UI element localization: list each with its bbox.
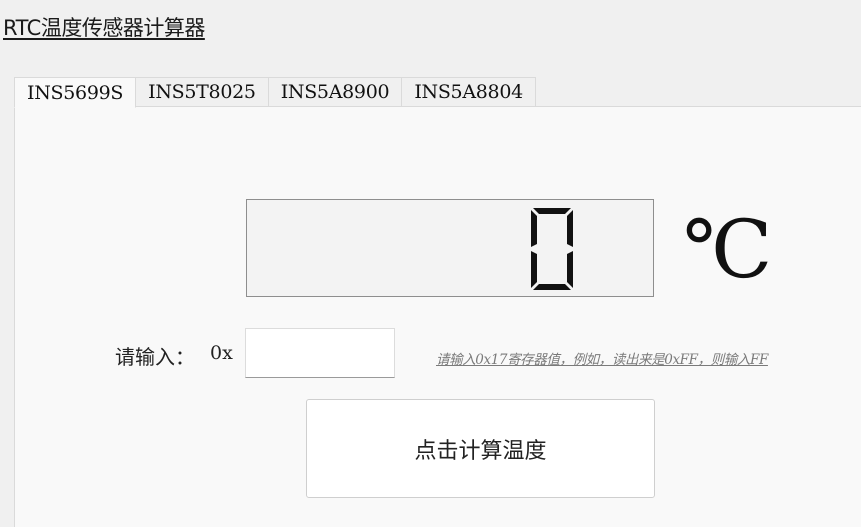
app-title: RTC温度传感器计算器	[3, 16, 205, 40]
segment-b	[567, 210, 573, 247]
celsius-unit: ℃	[683, 203, 773, 296]
calculate-temperature-button[interactable]: 点击计算温度	[306, 399, 655, 498]
input-label: 请输入：	[115, 345, 195, 369]
hex-input[interactable]	[245, 328, 395, 378]
segment-f	[531, 210, 537, 247]
segment-d	[533, 284, 571, 290]
segment-c	[567, 251, 573, 288]
tab-strip: INS5699S INS5T8025 INS5A8900 INS5A8804	[14, 77, 536, 108]
input-hint: 请输入0x17寄存器值，例如，读出来是0xFF，则输入FF	[436, 352, 768, 368]
tab-ins5699s[interactable]: INS5699S	[14, 77, 137, 108]
hex-prefix: 0x	[210, 342, 233, 364]
temperature-display	[246, 199, 654, 297]
tab-ins5a8804[interactable]: INS5A8804	[402, 77, 536, 107]
tab-ins5a8900[interactable]: INS5A8900	[268, 77, 403, 107]
seven-segment-digit	[531, 208, 573, 290]
tab-ins5t8025[interactable]: INS5T8025	[136, 77, 269, 107]
segment-e	[531, 251, 537, 288]
segment-a	[533, 208, 571, 214]
